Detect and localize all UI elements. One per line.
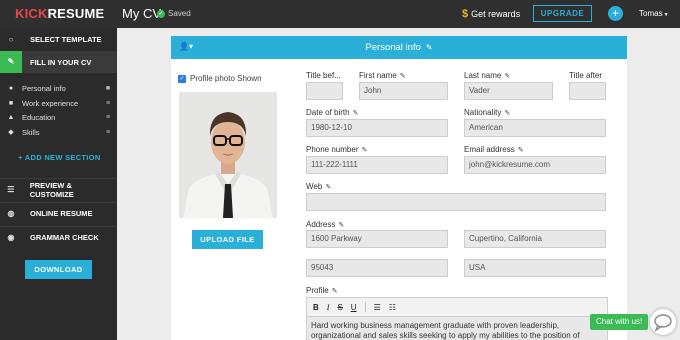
- bulleted-list-icon[interactable]: ☰: [374, 303, 381, 312]
- upgrade-button[interactable]: UPGRADE: [533, 5, 592, 22]
- get-rewards-link[interactable]: $ Get rewards: [462, 8, 520, 20]
- pencil-icon: ✎: [504, 73, 511, 80]
- web-label: Web ✎: [306, 182, 332, 191]
- edit-icon: ✎: [0, 51, 22, 73]
- section-title[interactable]: Personal info ✎: [171, 42, 627, 53]
- title-after-label: Title after: [569, 71, 603, 80]
- toolbar-divider: [364, 302, 366, 312]
- globe-icon: ◍: [7, 209, 15, 218]
- drag-handle-icon[interactable]: ≡: [101, 129, 115, 136]
- profile-photo-checkbox[interactable]: ✓ Profile photo Shown: [178, 74, 262, 83]
- graduation-cap-icon: ▲: [7, 113, 15, 121]
- title-before-input[interactable]: [306, 82, 343, 100]
- nationality-label: Nationality ✎: [464, 108, 511, 117]
- sidebar: ○ SELECT TEMPLATE ✎ FILL IN YOUR CV ● Pe…: [0, 28, 117, 340]
- chevron-down-icon: ▾: [664, 12, 668, 18]
- sidebar-item-fill-in[interactable]: ✎ FILL IN YOUR CV: [0, 51, 117, 73]
- sidebar-item-online-resume[interactable]: ◍ ONLINE RESUME: [0, 202, 117, 224]
- section-header: 👤▾ Personal info ✎: [171, 36, 627, 59]
- lock-icon: ■: [105, 84, 111, 92]
- email-input[interactable]: john@kickresume.com: [464, 156, 606, 174]
- title-before-label: Title bef...: [306, 71, 341, 80]
- sidebar-item-select-template[interactable]: ○ SELECT TEMPLATE: [0, 28, 117, 50]
- dob-label: Date of birth ✎: [306, 108, 359, 117]
- rich-text-toolbar: B I S U ☰ ☷: [306, 297, 608, 317]
- sidebar-item-grammar-check[interactable]: ◉ GRAMMAR CHECK: [0, 226, 117, 248]
- saved-status: ✓ Saved: [157, 9, 191, 18]
- add-new-button[interactable]: +: [608, 6, 623, 21]
- dollar-icon: $: [462, 8, 469, 20]
- underline-button[interactable]: U: [351, 303, 357, 312]
- top-bar: KICKRESUME My CV ✓ Saved $ Get rewards UPG…: [0, 0, 680, 28]
- circle-icon: ○: [8, 34, 14, 44]
- title-after-input[interactable]: [569, 82, 606, 100]
- bold-button[interactable]: B: [313, 303, 319, 312]
- country-input[interactable]: USA: [464, 259, 606, 277]
- phone-label: Phone number ✎: [306, 145, 368, 154]
- upload-file-button[interactable]: UPLOAD FILE: [192, 230, 263, 249]
- personal-info-card: 👤▾ Personal info ✎ ✓ Profile photo Shown …: [171, 36, 627, 340]
- pencil-icon: ✎: [352, 110, 359, 117]
- nationality-input[interactable]: American: [464, 119, 606, 137]
- cv-title[interactable]: My CV: [122, 6, 161, 21]
- user-menu[interactable]: Tomas ▾: [639, 9, 668, 18]
- pencil-icon: ✎: [517, 147, 524, 154]
- pencil-icon: ✎: [425, 43, 433, 52]
- italic-button[interactable]: I: [327, 303, 330, 312]
- profile-photo: [179, 92, 277, 218]
- sidebar-item-preview[interactable]: ☰ PREVIEW & CUSTOMIZE: [0, 178, 117, 200]
- user-icon: ●: [8, 84, 14, 92]
- pencil-icon: ✎: [338, 222, 345, 229]
- briefcase-icon: ■: [8, 99, 14, 107]
- address-label: Address ✎: [306, 220, 345, 229]
- strikethrough-button[interactable]: S: [337, 303, 342, 312]
- pencil-icon: ✎: [331, 288, 338, 295]
- address-input[interactable]: 1600 Parkway: [306, 230, 448, 248]
- eye-icon: ◉: [7, 233, 15, 242]
- phone-input[interactable]: 111-222-1111: [306, 156, 448, 174]
- speech-bubble-icon: [654, 314, 672, 332]
- web-input[interactable]: [306, 193, 606, 211]
- first-name-input[interactable]: John: [359, 82, 448, 100]
- sidebar-sub-education[interactable]: ▲ Education ≡: [0, 110, 117, 124]
- pencil-icon: ✎: [399, 73, 406, 80]
- profile-photo-image: [179, 92, 277, 218]
- check-circle-icon: ✓: [157, 9, 165, 18]
- pencil-icon: ✎: [361, 147, 368, 154]
- checkbox-checked-icon: ✓: [178, 74, 186, 83]
- first-name-label: First name ✎: [359, 71, 406, 80]
- last-name-label: Last name ✎: [464, 71, 511, 80]
- numbered-list-icon[interactable]: ☷: [389, 303, 396, 312]
- skills-icon: ◆: [8, 129, 14, 136]
- sidebar-sub-skills[interactable]: ◆ Skills ≡: [0, 125, 117, 139]
- profile-label: Profile ✎: [306, 286, 338, 295]
- chat-with-us-label[interactable]: Chat with us!: [590, 314, 649, 330]
- add-new-section-link[interactable]: + ADD NEW SECTION: [18, 153, 101, 162]
- zip-input[interactable]: 95043: [306, 259, 448, 277]
- download-button[interactable]: DOWNLOAD: [25, 260, 92, 279]
- profile-textarea[interactable]: Hard working business management graduat…: [306, 317, 608, 340]
- last-name-input[interactable]: Vader: [464, 82, 553, 100]
- drag-handle-icon[interactable]: ≡: [101, 114, 115, 121]
- drag-handle-icon[interactable]: ≡: [101, 100, 115, 107]
- sidebar-sub-work-experience[interactable]: ■ Work experience ≡: [0, 96, 117, 110]
- kickresume-logo[interactable]: KICKRESUME: [15, 6, 104, 21]
- city-input[interactable]: Cupertino, California: [464, 230, 606, 248]
- sliders-icon: ☰: [7, 185, 15, 194]
- chat-bubble-button[interactable]: [650, 309, 676, 335]
- pencil-icon: ✎: [504, 110, 511, 117]
- sidebar-sub-personal-info[interactable]: ● Personal info ■: [0, 81, 117, 95]
- pencil-icon: ✎: [325, 184, 332, 191]
- dob-input[interactable]: 1980-12-10: [306, 119, 448, 137]
- email-label: Email address ✎: [464, 145, 524, 154]
